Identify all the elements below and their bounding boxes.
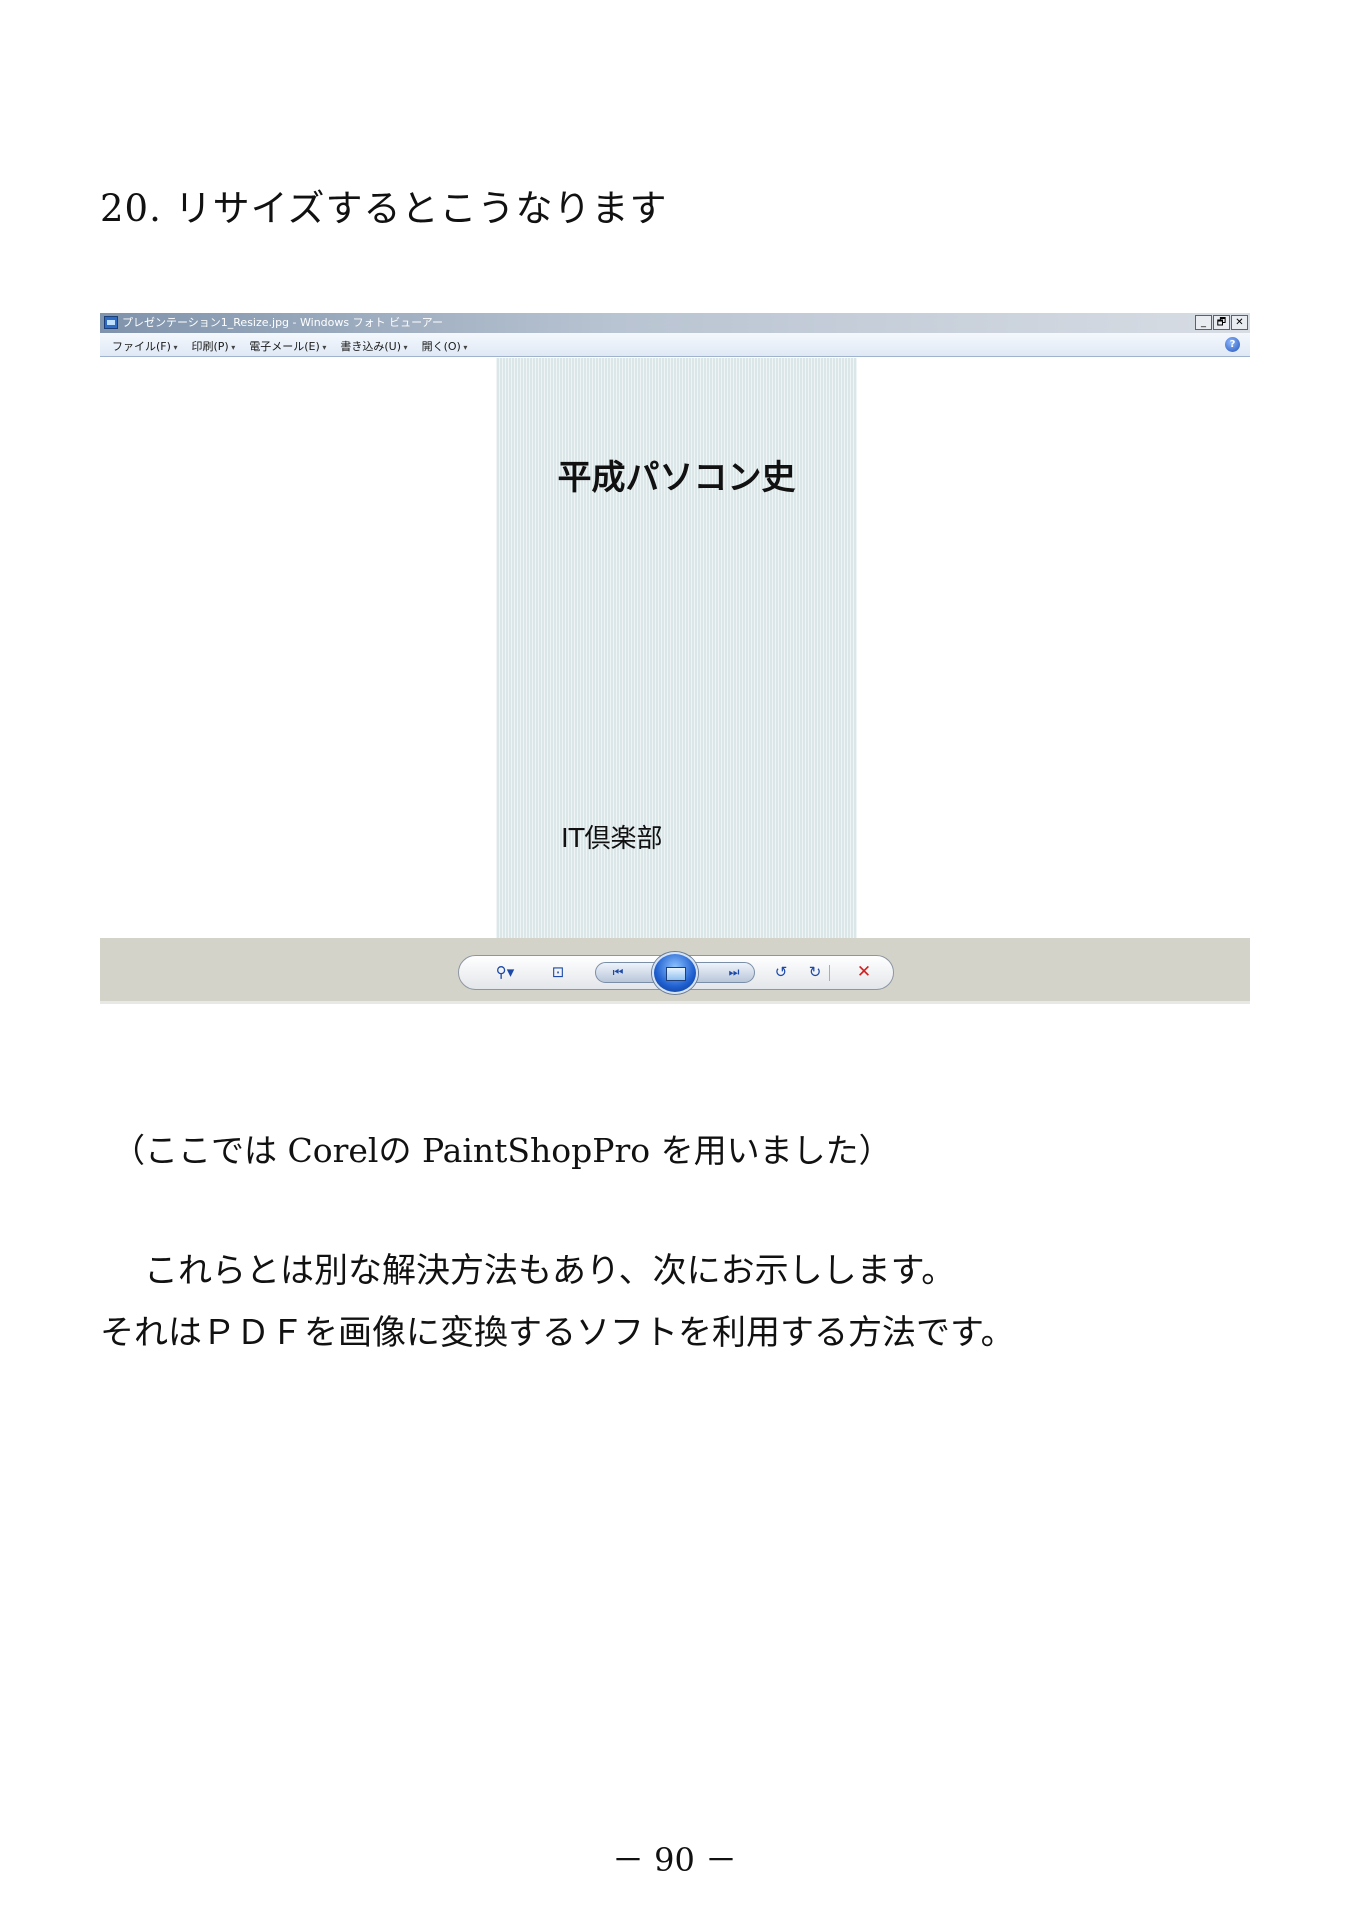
tool-note: （ここでは Corelの PaintShopPro を用いました） [112,1131,892,1170]
rotate-right-icon[interactable]: ↻ [803,956,827,989]
next-icon[interactable]: ⏭ [720,956,748,989]
app-icon [104,316,118,329]
page-number: － 90 － [611,1841,738,1879]
slide-subtitle: IT倶楽部 [561,824,663,854]
menu-bar: ファイル(F) 印刷(P) 電子メール(E) 書き込み(U) 開く(O) ? [100,333,1250,357]
zoom-icon[interactable]: ⚲▾ [485,956,525,989]
title-bar: プレゼンテーション1_Resize.jpg - Windows フォト ビューア… [100,313,1250,333]
displayed-image: 平成パソコン史 IT倶楽部 [496,358,857,938]
minimize-button[interactable]: _ [1195,315,1212,330]
previous-icon[interactable]: ⏮ [604,956,632,989]
paragraph-1: これらとは別な解決方法もあり、次にお示しします。 [144,1251,956,1291]
menu-file[interactable]: ファイル(F) [112,338,177,354]
control-pill: ⚲▾ ⊡ ⏮ ⏭ ↺ ↻ ✕ [458,952,894,994]
menu-open[interactable]: 開く(O) [422,338,468,354]
control-divider [829,965,830,981]
menu-email[interactable]: 電子メール(E) [249,338,326,354]
rotate-left-icon[interactable]: ↺ [769,956,793,989]
slide-title: 平成パソコン史 [557,458,796,498]
viewer-control-bar: ⚲▾ ⊡ ⏮ ⏭ ↺ ↻ ✕ [100,938,1250,1004]
slideshow-button[interactable] [652,952,698,994]
section-heading: 20. リサイズするとこうなります [100,187,668,230]
window-title: プレゼンテーション1_Resize.jpg - Windows フォト ビューア… [122,316,443,329]
close-window-button[interactable]: ✕ [1231,315,1248,330]
menu-burn[interactable]: 書き込み(U) [340,338,407,354]
window-controls: _ 🗗 ✕ [1195,315,1248,330]
menu-print[interactable]: 印刷(P) [191,338,235,354]
photo-viewer-window: プレゼンテーション1_Resize.jpg - Windows フォト ビューア… [100,313,1250,1007]
help-icon[interactable]: ? [1225,337,1240,352]
image-view-area: 平成パソコン史 IT倶楽部 [100,358,1250,938]
paragraph-2: それはＰＤＦを画像に変換するソフトを利用する方法です。 [100,1313,1015,1353]
actual-size-icon[interactable]: ⊡ [545,956,571,989]
delete-icon[interactable]: ✕ [851,956,877,989]
restore-button[interactable]: 🗗 [1213,315,1230,330]
